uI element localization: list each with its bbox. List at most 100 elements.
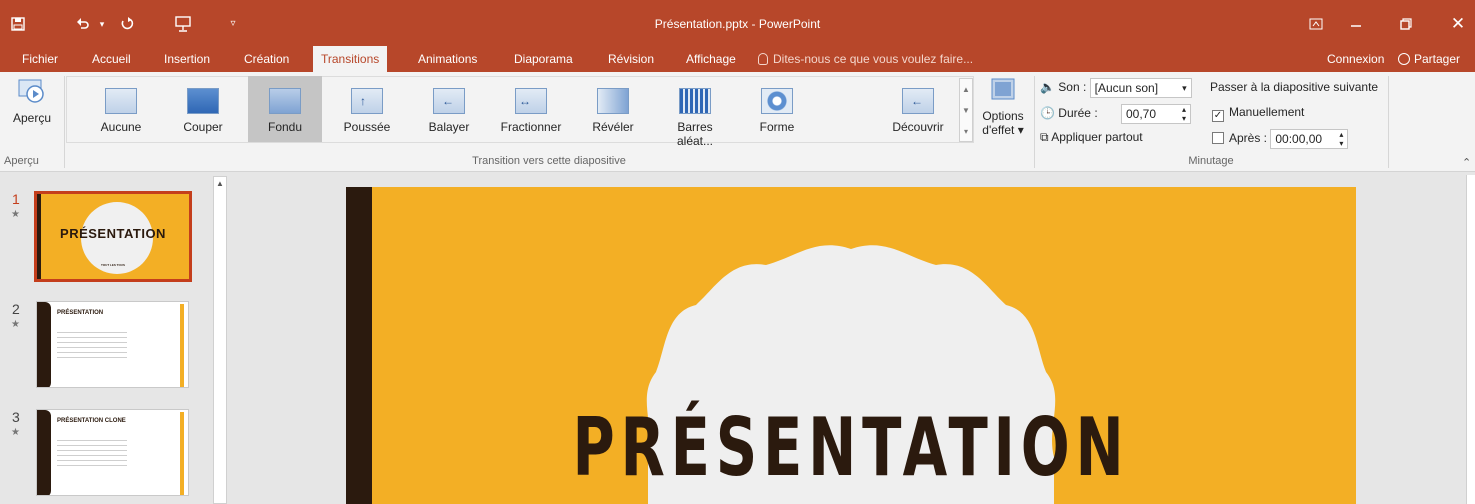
share-button[interactable]: Partager <box>1398 46 1460 72</box>
after-option: Après : 00:00,00 ▴ ▾ <box>1212 129 1349 149</box>
transition-label: Couper <box>183 120 223 134</box>
scroll-up-icon[interactable]: ▲ <box>214 177 226 191</box>
gallery-scroll-down-icon[interactable]: ▼ <box>960 100 972 121</box>
slide-thumbnail-2[interactable]: PRÉSENTATION <box>36 301 189 388</box>
slide-thumbnail-title: PRÉSENTATION <box>57 310 104 316</box>
editor-scrollbar[interactable] <box>1466 175 1475 504</box>
slide-thumbnail-subtitle: TOUT LES TOUS <box>101 263 125 267</box>
redo-icon[interactable] <box>116 12 138 36</box>
transition-aucune[interactable]: Aucune <box>84 76 158 142</box>
tab-transitions[interactable]: Transitions <box>313 46 388 73</box>
clock-icon: 🕒 <box>1040 106 1055 121</box>
ribbon-display-options-icon[interactable] <box>1296 12 1336 36</box>
slide-thumbnail-bullets <box>57 436 127 466</box>
preview-label: Aperçu <box>12 111 52 125</box>
after-spinner[interactable]: 00:00,00 ▴ ▾ <box>1270 129 1349 149</box>
customize-qat-icon[interactable]: ▿ <box>226 12 240 36</box>
transition-couper[interactable]: Couper <box>166 76 240 142</box>
slide-number: 2 <box>12 301 20 317</box>
restore-icon[interactable] <box>1386 12 1426 36</box>
tab-animations[interactable]: Animations <box>410 46 485 72</box>
slide-thumbnails-pane: 1 ★ PRÉSENTATION TOUT LES TOUS 2 ★ PRÉSE… <box>0 173 232 504</box>
transition-barres-aleatoires[interactable]: Barres aléat... <box>658 76 732 148</box>
main-slide-canvas[interactable]: PRÉSENTATION <box>346 187 1356 504</box>
slide-thumbnail-1[interactable]: PRÉSENTATION TOUT LES TOUS <box>34 191 192 282</box>
transition-balayer[interactable]: ← Balayer <box>412 76 486 142</box>
on-click-option[interactable]: ✓ Manuellement <box>1212 105 1304 122</box>
effect-options-button[interactable]: Options d'effet ▾ <box>978 76 1028 137</box>
close-icon[interactable]: ✕ <box>1438 12 1475 36</box>
apply-all-label: Appliquer partout <box>1051 130 1143 144</box>
after-checkbox[interactable] <box>1212 132 1224 145</box>
timing-group-label: Minutage <box>1188 155 1234 167</box>
transition-fondu[interactable]: Fondu <box>248 76 322 142</box>
advance-slide-title: Passer à la diapositive suivante <box>1210 80 1379 94</box>
tab-diaporama[interactable]: Diaporama <box>506 46 581 72</box>
slide-thumbnail-3[interactable]: PRÉSENTATION CLONE <box>36 409 189 496</box>
undo-dropdown-icon[interactable]: ▾ <box>96 12 108 36</box>
gallery-expand-icon[interactable]: ▾ <box>960 121 972 142</box>
transition-shape-icon <box>761 88 793 114</box>
slide-number: 1 <box>12 191 20 207</box>
minimize-icon[interactable] <box>1336 12 1376 36</box>
effect-options-icon <box>991 78 1015 100</box>
thumbnails-scrollbar[interactable]: ▲ <box>213 176 227 504</box>
preview-button[interactable]: Aperçu <box>4 76 60 125</box>
transition-wipe-icon: ← <box>433 88 465 114</box>
transition-poussee[interactable]: ↑ Poussée <box>330 76 404 142</box>
transition-star-icon: ★ <box>11 319 20 330</box>
tell-me-search[interactable]: Dites-nous ce que vous voulez faire... <box>758 46 973 72</box>
duration-label: Durée : <box>1058 106 1098 121</box>
transition-uncover-icon: ← <box>902 88 934 114</box>
transitions-group-label: Transition vers cette diapositive <box>472 155 626 167</box>
save-icon[interactable] <box>6 12 30 36</box>
transition-reveal-icon <box>597 88 629 114</box>
transition-label: Révéler <box>592 120 634 134</box>
slide-title[interactable]: PRÉSENTATION <box>487 401 1214 494</box>
tell-me-text: Dites-nous ce que vous voulez faire... <box>773 52 974 66</box>
ribbon-tabs: Fichier Accueil Insertion Création Trans… <box>0 46 1475 73</box>
gallery-scroll: ▲ ▼ ▾ <box>959 78 973 142</box>
transition-star-icon: ★ <box>11 427 20 438</box>
duration-spinner[interactable]: 00,70 ▴ ▾ <box>1121 104 1191 124</box>
gallery-scroll-up-icon[interactable]: ▲ <box>960 79 972 100</box>
sound-dropdown[interactable]: [Aucun son] ▾ <box>1089 78 1192 98</box>
slide-thumbnail-title: PRÉSENTATION <box>60 226 166 241</box>
transition-label: Aucune <box>100 120 142 134</box>
transition-push-icon: ↑ <box>351 88 383 114</box>
on-click-label: Manuellement <box>1229 105 1305 119</box>
transition-forme[interactable]: Forme <box>740 76 814 142</box>
sound-row: 🔈 Son : [Aucun son] ▾ <box>1040 78 1192 98</box>
collapse-ribbon-icon[interactable]: ⌃ <box>1462 156 1471 169</box>
on-click-checkbox[interactable]: ✓ <box>1212 110 1224 122</box>
slide-thumbnail-accent <box>180 304 184 387</box>
slide-thumbnail-accent <box>180 412 184 495</box>
tab-insertion[interactable]: Insertion <box>156 46 218 72</box>
transition-reveler[interactable]: Révéler <box>576 76 650 142</box>
transition-star-icon: ★ <box>11 209 20 220</box>
transition-random-bars-icon <box>679 88 711 114</box>
tab-fichier[interactable]: Fichier <box>14 46 66 72</box>
effect-options-label: Options <box>982 109 1024 123</box>
transition-fractionner[interactable]: ↔ Fractionner <box>494 76 568 142</box>
preview-icon <box>18 79 44 103</box>
tab-affichage[interactable]: Affichage <box>678 46 744 72</box>
share-label: Partager <box>1414 52 1461 66</box>
transition-label: Fondu <box>267 120 303 134</box>
transition-decouvrir[interactable]: ← Découvrir <box>882 76 954 142</box>
transition-label: Poussée <box>343 120 391 134</box>
group-divider <box>1388 76 1389 168</box>
tab-accueil[interactable]: Accueil <box>84 46 139 72</box>
person-icon <box>1398 53 1410 65</box>
window-title: Présentation.pptx - PowerPoint <box>654 17 821 31</box>
apply-all-icon: ⧉ <box>1040 130 1049 144</box>
undo-icon[interactable] <box>72 12 94 36</box>
apply-all-button[interactable]: ⧉ Appliquer partout <box>1040 130 1143 145</box>
tab-creation[interactable]: Création <box>236 46 297 72</box>
transition-label: Fractionner <box>500 120 562 134</box>
after-label: Après : <box>1229 131 1268 146</box>
tab-revision[interactable]: Révision <box>600 46 662 72</box>
signin-link[interactable]: Connexion <box>1327 46 1384 72</box>
transition-label: Découvrir <box>892 120 944 134</box>
start-slideshow-icon[interactable] <box>170 12 196 36</box>
